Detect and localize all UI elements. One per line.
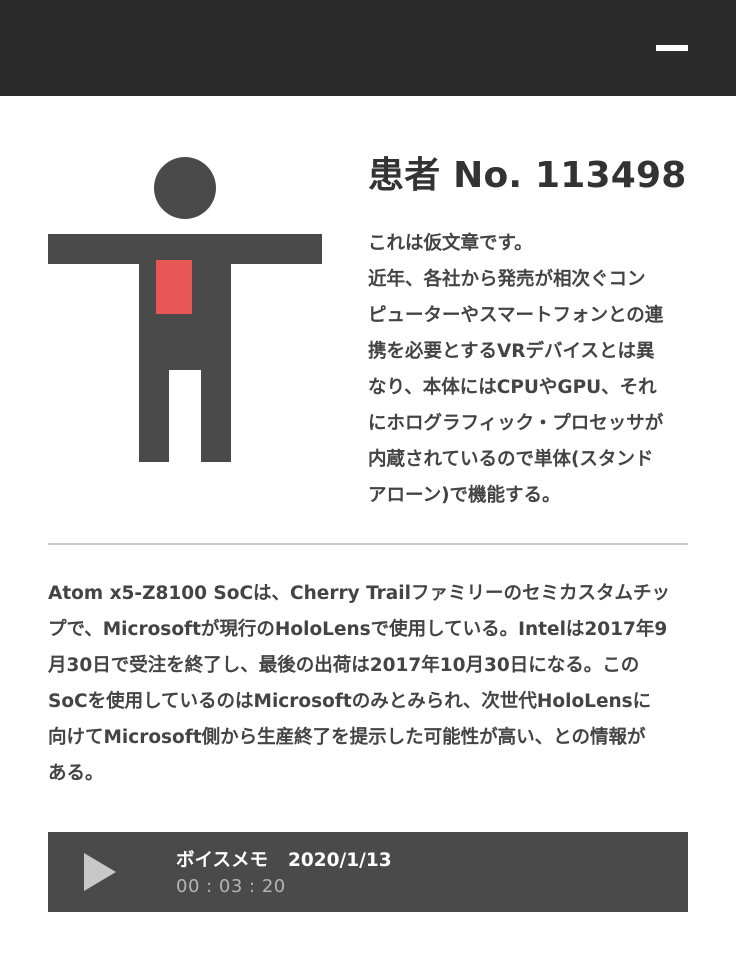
voice-memo-title: ボイスメモ 2020/1/13 bbox=[176, 846, 392, 872]
description-line: 携を必要とするVRデバイスとは異 bbox=[368, 341, 655, 362]
figure-left-leg bbox=[139, 366, 169, 462]
play-button[interactable] bbox=[78, 850, 122, 894]
voice-memo-date: 2020/1/13 bbox=[287, 850, 392, 871]
description-line: これは仮文章です。 bbox=[368, 233, 533, 254]
description-line: 内蔵されているので単体(スタンド bbox=[368, 449, 654, 470]
voice-memo-duration: 00 : 03 : 20 bbox=[176, 876, 286, 897]
patient-title: 患者 No. 113498 bbox=[368, 155, 687, 196]
human-figure-illustration bbox=[48, 157, 322, 462]
top-bar bbox=[0, 0, 736, 96]
description-line: にホログラフィック・プロセッサが bbox=[368, 413, 664, 434]
description-line: 近年、各社から発売が相次ぐコン bbox=[368, 269, 646, 290]
figure-head bbox=[154, 157, 216, 219]
figure-highlight-area bbox=[156, 260, 192, 314]
article-line: 月30日で受注を終了し、最後の出荷は2017年10月30日になる。この bbox=[48, 655, 640, 676]
section-divider bbox=[48, 543, 688, 545]
description-line: ピューターやスマートフォンとの連 bbox=[368, 305, 664, 326]
article-line: ある。 bbox=[48, 763, 104, 784]
play-icon bbox=[84, 853, 116, 891]
article-line: 向けてMicrosoft側から生産終了を提示した可能性が高い、との情報が bbox=[48, 727, 646, 748]
description-line: なり、本体にはCPUやGPU、それ bbox=[368, 377, 657, 398]
patient-description: これは仮文章です。 近年、各社から発売が相次ぐコン ピューターやスマートフォンと… bbox=[368, 226, 690, 514]
article-line: プで、Microsoftが現行のHoloLensで使用している。Intelは20… bbox=[48, 619, 668, 640]
menu-button[interactable] bbox=[650, 36, 694, 60]
description-line: アローン)で機能する。 bbox=[368, 485, 561, 506]
voice-memo-player: ボイスメモ 2020/1/13 00 : 03 : 20 bbox=[48, 832, 688, 912]
article-text: Atom x5-Z8100 SoCは、Cherry Trailファミリーのセミカ… bbox=[48, 576, 698, 792]
minus-icon bbox=[656, 45, 688, 51]
article-line: Atom x5-Z8100 SoCは、Cherry Trailファミリーのセミカ… bbox=[48, 583, 670, 604]
figure-right-leg bbox=[201, 366, 231, 462]
voice-memo-label: ボイスメモ bbox=[176, 850, 268, 871]
article-line: SoCを使用しているのはMicrosoftのみとみられ、次世代HoloLensに bbox=[48, 691, 652, 712]
